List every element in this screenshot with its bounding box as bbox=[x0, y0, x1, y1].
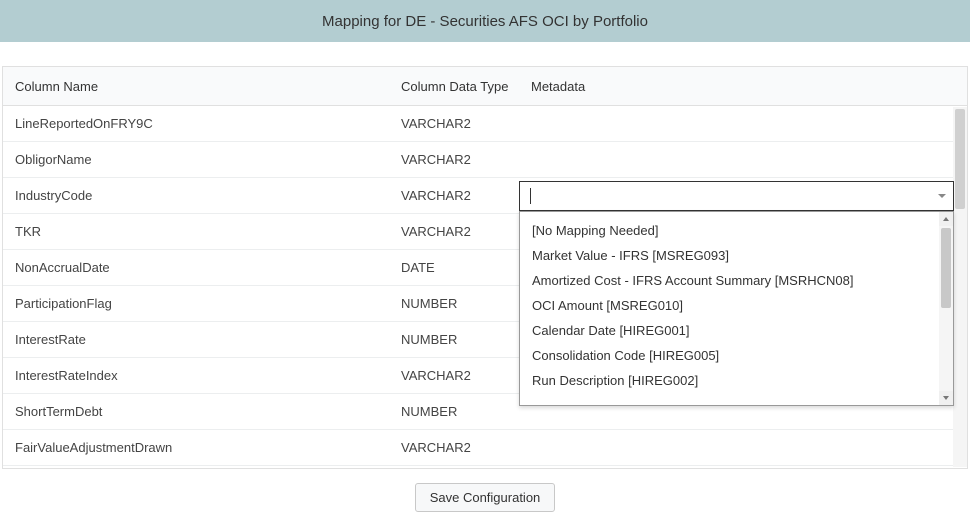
header-column-name: Column Name bbox=[3, 67, 389, 105]
cell-data-type: VARCHAR2 bbox=[389, 116, 519, 131]
table-row: ObligorName VARCHAR2 bbox=[3, 142, 967, 178]
table-header-row: Column Name Column Data Type Metadata bbox=[3, 66, 967, 106]
table-row: LineReportedOnFRY9C VARCHAR2 bbox=[3, 106, 967, 142]
metadata-combobox[interactable] bbox=[519, 181, 954, 211]
cell-data-type: VARCHAR2 bbox=[389, 440, 519, 455]
cell-column-name: TKR bbox=[3, 224, 389, 239]
chevron-up-icon bbox=[943, 217, 949, 221]
table-scrollbar[interactable] bbox=[953, 107, 967, 467]
metadata-dropdown-panel: [No Mapping Needed] Market Value - IFRS … bbox=[519, 211, 954, 406]
cell-column-name: ShortTermDebt bbox=[3, 404, 389, 419]
cell-column-name: InterestRate bbox=[3, 332, 389, 347]
page-title: Mapping for DE - Securities AFS OCI by P… bbox=[322, 13, 648, 30]
cell-column-name: FairValueAdjustmentDrawn bbox=[3, 440, 389, 455]
table-body: LineReportedOnFRY9C VARCHAR2 ObligorName… bbox=[3, 106, 967, 468]
title-bar: Mapping for DE - Securities AFS OCI by P… bbox=[0, 0, 970, 42]
text-cursor bbox=[530, 188, 531, 204]
dropdown-option[interactable]: Market Value - IFRS [MSREG093] bbox=[520, 243, 939, 268]
cell-data-type: DATE bbox=[389, 260, 519, 275]
scrollbar-thumb[interactable] bbox=[955, 109, 965, 209]
cell-data-type: NUMBER bbox=[389, 404, 519, 419]
footer: Save Configuration bbox=[0, 469, 970, 522]
cell-data-type: VARCHAR2 bbox=[389, 368, 519, 383]
dropdown-option[interactable]: OCI Amount [MSREG010] bbox=[520, 293, 939, 318]
header-column-data-type: Column Data Type bbox=[389, 67, 519, 105]
cell-data-type: VARCHAR2 bbox=[389, 152, 519, 167]
header-metadata: Metadata bbox=[519, 67, 967, 105]
cell-column-name: IndustryCode bbox=[3, 188, 389, 203]
dropdown-option[interactable]: [No Mapping Needed] bbox=[520, 218, 939, 243]
combobox-toggle[interactable] bbox=[931, 182, 953, 210]
table-row: FairValueAdjustmentDrawn VARCHAR2 bbox=[3, 430, 967, 466]
cell-column-name: LineReportedOnFRY9C bbox=[3, 116, 389, 131]
scroll-down-button[interactable] bbox=[939, 391, 953, 405]
scroll-up-button[interactable] bbox=[939, 212, 953, 226]
dropdown-list: [No Mapping Needed] Market Value - IFRS … bbox=[520, 212, 939, 405]
cell-data-type: VARCHAR2 bbox=[389, 224, 519, 239]
chevron-down-icon bbox=[938, 194, 946, 198]
metadata-combobox-input[interactable] bbox=[520, 182, 931, 210]
dropdown-scrollbar-thumb[interactable] bbox=[941, 228, 951, 308]
dropdown-option[interactable]: Consolidation Code [HIREG005] bbox=[520, 343, 939, 368]
spacer bbox=[0, 42, 970, 66]
dropdown-scrollbar[interactable] bbox=[939, 212, 953, 405]
chevron-down-icon bbox=[943, 396, 949, 400]
cell-data-type: NUMBER bbox=[389, 296, 519, 311]
mapping-table: Column Name Column Data Type Metadata Li… bbox=[2, 66, 968, 469]
cell-column-name: ObligorName bbox=[3, 152, 389, 167]
dropdown-option[interactable]: Amortized Cost - IFRS Account Summary [M… bbox=[520, 268, 939, 293]
save-configuration-button[interactable]: Save Configuration bbox=[415, 483, 556, 512]
cell-data-type: NUMBER bbox=[389, 332, 519, 347]
dropdown-option[interactable]: Run Description [HIREG002] bbox=[520, 368, 939, 393]
dropdown-option[interactable]: Calendar Date [HIREG001] bbox=[520, 318, 939, 343]
cell-column-name: InterestRateIndex bbox=[3, 368, 389, 383]
cell-data-type: VARCHAR2 bbox=[389, 188, 519, 203]
cell-column-name: NonAccrualDate bbox=[3, 260, 389, 275]
cell-column-name: ParticipationFlag bbox=[3, 296, 389, 311]
